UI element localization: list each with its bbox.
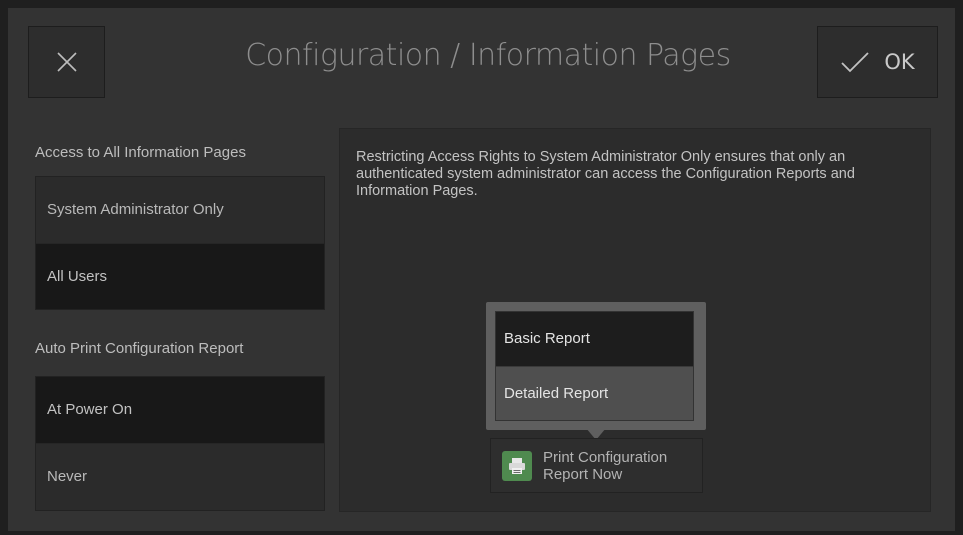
dialog-frame: Configuration / Information Pages OK Acc… — [8, 8, 955, 531]
auto-print-options: At Power On Never — [35, 376, 325, 511]
option-never[interactable]: Never — [36, 443, 324, 509]
close-button[interactable] — [28, 26, 105, 98]
print-configuration-report-button[interactable]: Print Configuration Report Now — [490, 438, 703, 493]
option-at-power-on[interactable]: At Power On — [36, 377, 324, 443]
report-type-menu: Basic Report Detailed Report — [486, 302, 706, 430]
option-all-users[interactable]: All Users — [36, 243, 324, 309]
option-system-administrator-only[interactable]: System Administrator Only — [36, 177, 324, 243]
close-icon — [56, 52, 77, 72]
checkmark-icon — [841, 52, 869, 73]
menu-item-detailed-report[interactable]: Detailed Report — [496, 366, 693, 420]
info-text: Restricting Access Rights to System Admi… — [356, 149, 855, 199]
ok-label: OK — [884, 50, 915, 74]
report-type-list: Basic Report Detailed Report — [495, 311, 694, 421]
access-section-label: Access to All Information Pages — [35, 144, 246, 161]
print-button-label: Print Configuration Report Now — [543, 448, 668, 483]
access-options: System Administrator Only All Users — [35, 176, 325, 310]
menu-item-basic-report[interactable]: Basic Report — [496, 312, 693, 366]
auto-print-section-label: Auto Print Configuration Report — [35, 340, 244, 357]
printer-icon — [502, 450, 532, 481]
ok-button[interactable]: OK — [817, 26, 938, 98]
page-title: Configuration / Information Pages — [245, 38, 731, 73]
